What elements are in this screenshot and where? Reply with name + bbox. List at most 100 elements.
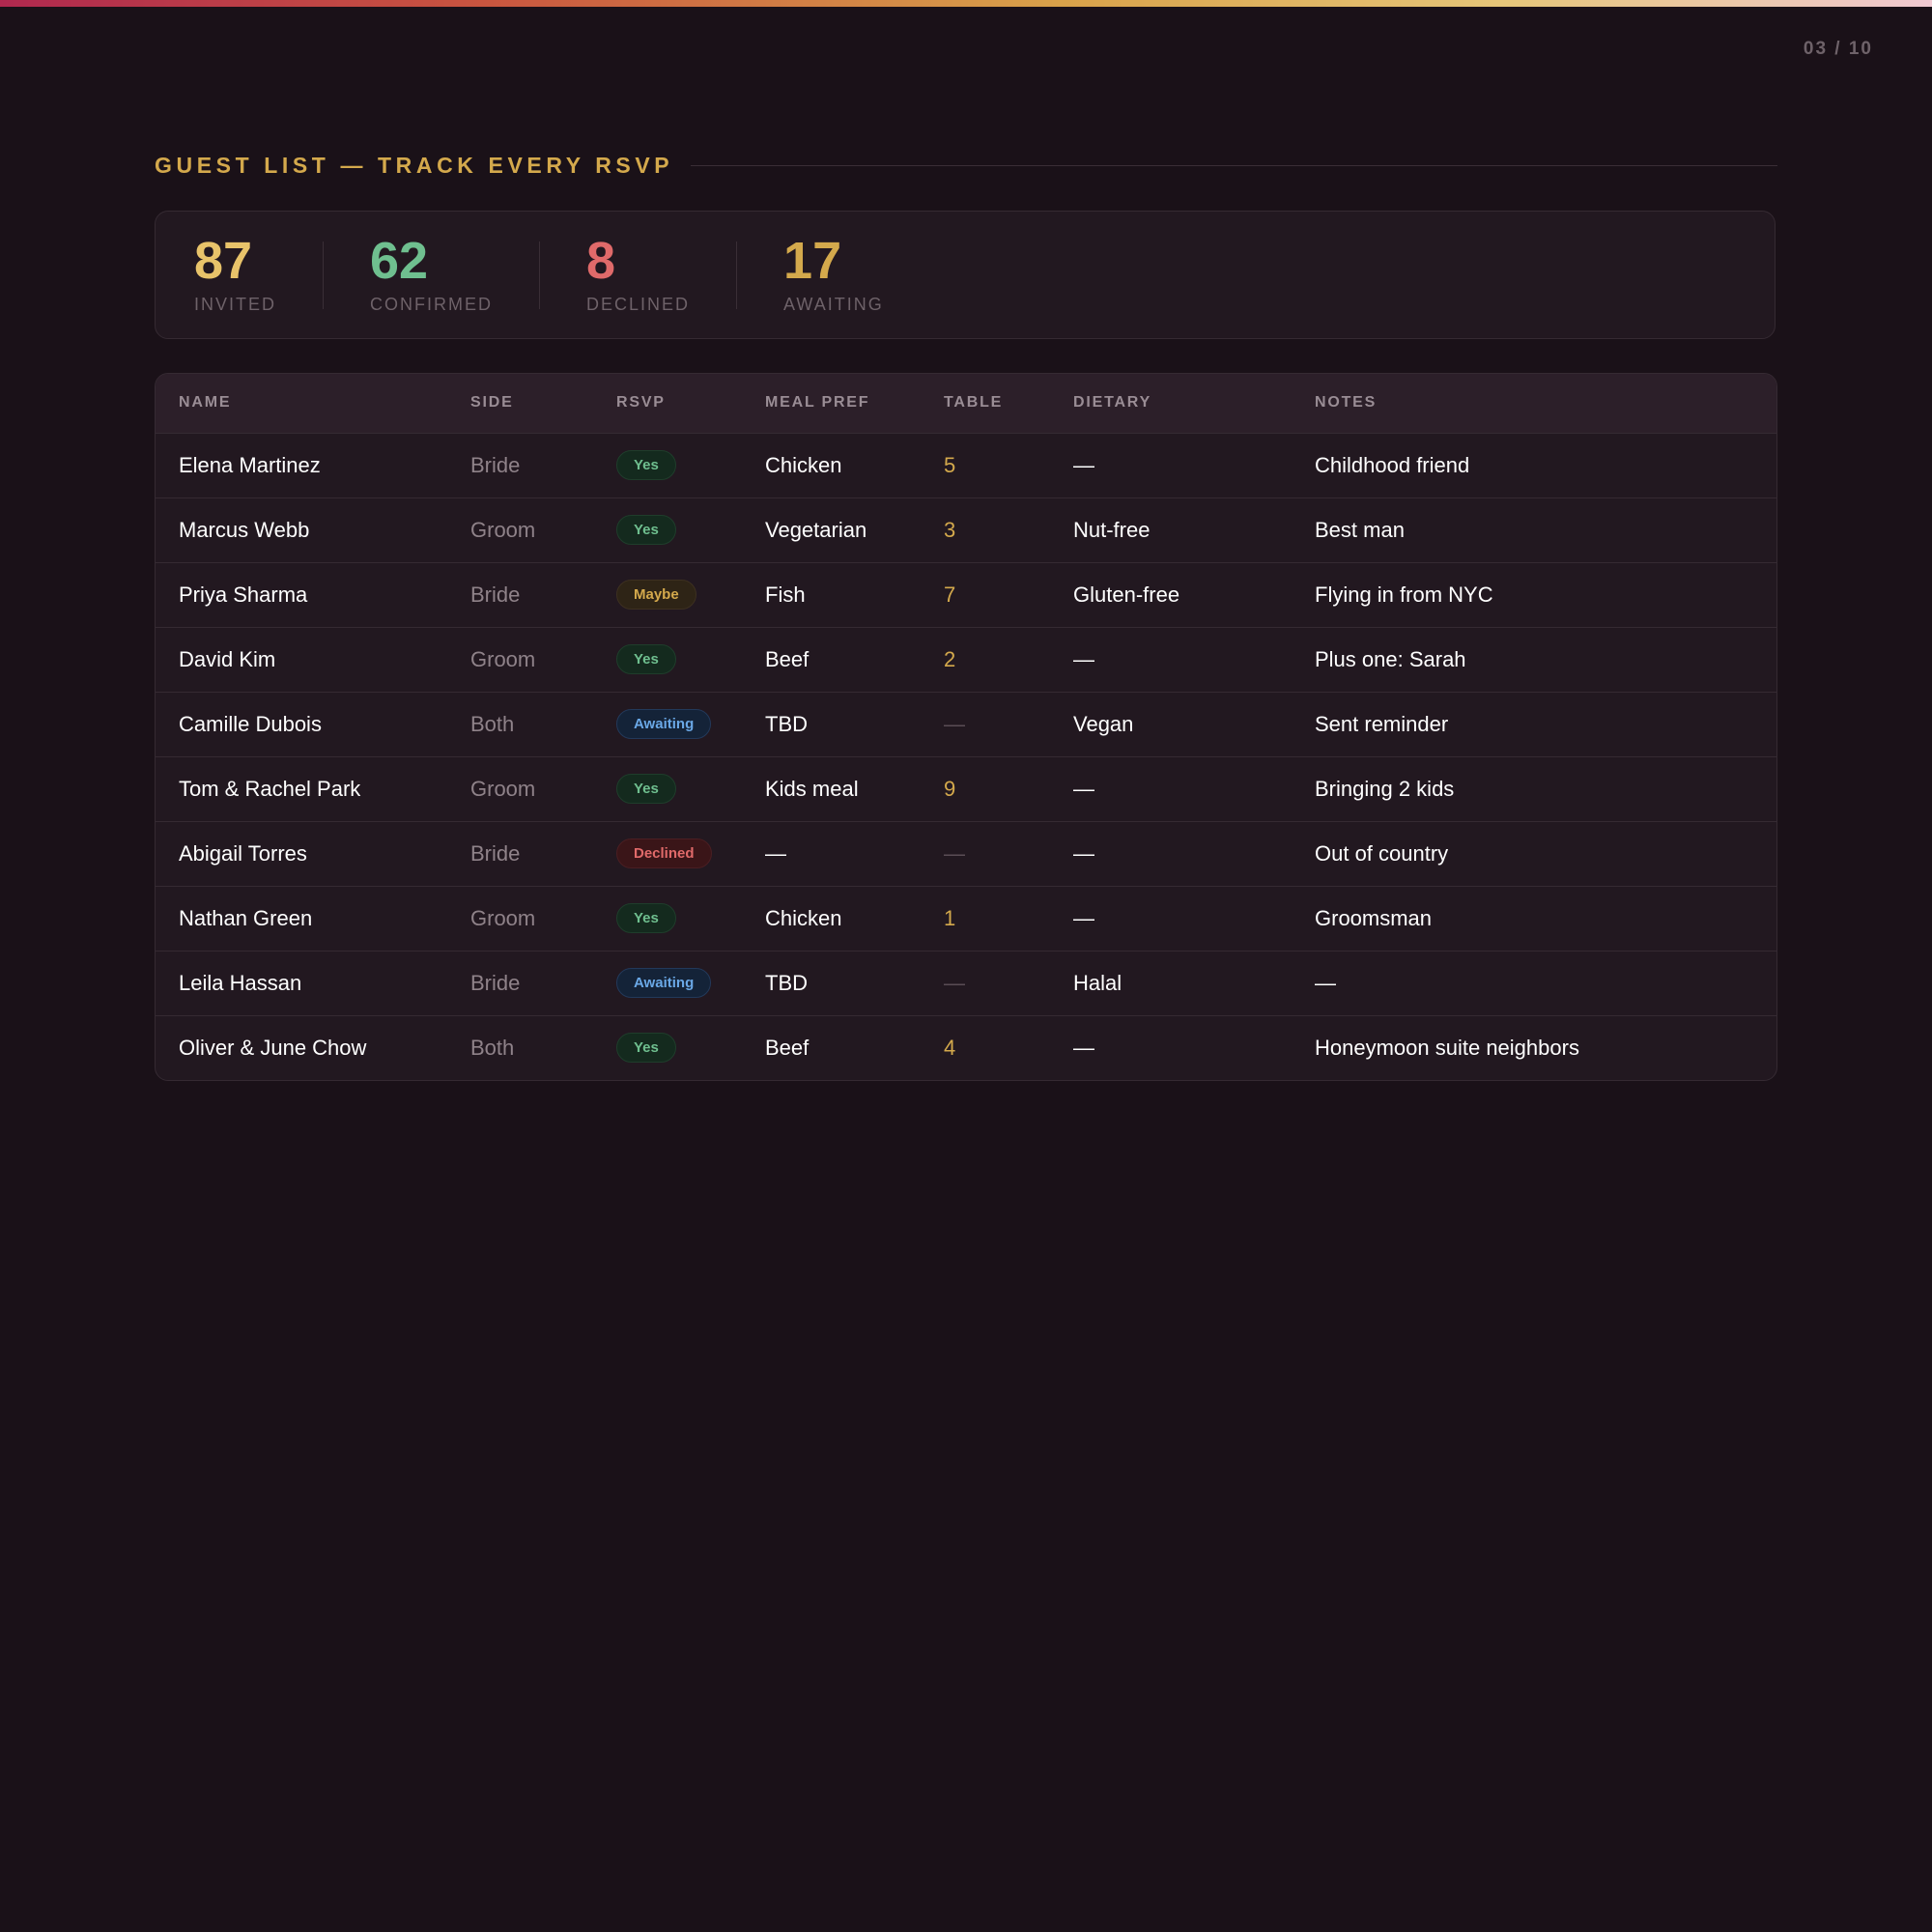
guest-name: Camille Dubois xyxy=(179,711,322,736)
dietary: — xyxy=(1073,452,1094,477)
guest-side: Both xyxy=(470,1035,515,1060)
stat-declined-label: DECLINED xyxy=(586,295,691,314)
table-row[interactable]: Abigail Torres Bride Declined — — — Out … xyxy=(156,821,1776,886)
rsvp-cell: Yes xyxy=(616,756,765,821)
column-header-meal-pref[interactable]: MEAL PREF xyxy=(765,374,944,434)
column-header-side[interactable]: SIDE xyxy=(470,374,616,434)
section-divider xyxy=(691,165,1777,166)
notes: Childhood friend xyxy=(1315,452,1470,477)
meal-pref: Beef xyxy=(765,646,810,671)
dietary: — xyxy=(1073,905,1094,930)
stat-invited-number: 87 xyxy=(194,232,253,290)
rsvp-cell: Yes xyxy=(616,886,765,951)
stat-confirmed: 62 CONFIRMED xyxy=(370,235,493,315)
guest-table: NAME SIDE RSVP MEAL PREF TABLE DIETARY N… xyxy=(156,374,1776,1080)
stat-divider xyxy=(736,241,738,309)
column-header-notes[interactable]: NOTES xyxy=(1315,374,1776,434)
guest-name: Nathan Green xyxy=(179,905,313,930)
dietary: Gluten-free xyxy=(1073,582,1180,607)
table-number: 2 xyxy=(944,646,956,671)
rsvp-cell: Declined xyxy=(616,821,765,886)
stat-declined-number: 8 xyxy=(586,232,616,290)
guest-name: Leila Hassan xyxy=(179,970,302,995)
stat-divider xyxy=(539,241,541,309)
table-row[interactable]: Oliver & June Chow Both Yes Beef 4 — Hon… xyxy=(156,1015,1776,1080)
stat-confirmed-label: CONFIRMED xyxy=(370,295,494,314)
table-number: 4 xyxy=(944,1035,956,1060)
dietary: — xyxy=(1073,1035,1094,1060)
table-number: 5 xyxy=(944,452,956,477)
guest-name: Tom & Rachel Park xyxy=(179,776,361,801)
table-row[interactable]: Nathan Green Groom Yes Chicken 1 — Groom… xyxy=(156,886,1776,951)
stat-invited: 87 INVITED xyxy=(194,235,276,315)
table-row[interactable]: David Kim Groom Yes Beef 2 — Plus one: S… xyxy=(156,627,1776,692)
rsvp-badge: Yes xyxy=(616,1033,676,1064)
stats-summary-card: 87 INVITED 62 CONFIRMED 8 DECLINED 17 AW… xyxy=(155,211,1776,339)
rsvp-badge: Awaiting xyxy=(616,709,712,739)
rsvp-cell: Awaiting xyxy=(616,951,765,1015)
guest-name: Priya Sharma xyxy=(179,582,308,607)
notes: Best man xyxy=(1315,517,1405,542)
meal-pref: Chicken xyxy=(765,452,842,477)
notes: — xyxy=(1315,970,1336,995)
guest-table-card: NAME SIDE RSVP MEAL PREF TABLE DIETARY N… xyxy=(155,373,1777,1081)
rsvp-badge: Awaiting xyxy=(616,968,712,998)
notes: Out of country xyxy=(1315,840,1449,866)
rsvp-badge: Yes xyxy=(616,515,676,545)
dietary: — xyxy=(1073,646,1094,671)
meal-pref: Beef xyxy=(765,1035,810,1060)
table-number: — xyxy=(944,840,965,866)
notes: Bringing 2 kids xyxy=(1315,776,1455,801)
dietary: — xyxy=(1073,840,1094,866)
rsvp-badge: Yes xyxy=(616,450,676,480)
table-header-row: NAME SIDE RSVP MEAL PREF TABLE DIETARY N… xyxy=(156,374,1776,434)
meal-pref: Vegetarian xyxy=(765,517,867,542)
guest-side: Both xyxy=(470,711,515,736)
guest-name: Elena Martinez xyxy=(179,452,321,477)
column-header-name[interactable]: NAME xyxy=(156,374,470,434)
column-header-rsvp[interactable]: RSVP xyxy=(616,374,765,434)
column-header-table[interactable]: TABLE xyxy=(944,374,1073,434)
rsvp-badge: Yes xyxy=(616,644,676,674)
notes: Groomsman xyxy=(1315,905,1433,930)
guest-side: Bride xyxy=(470,582,521,607)
stat-awaiting-label: AWAITING xyxy=(783,295,884,314)
stat-divider xyxy=(323,241,325,309)
table-row[interactable]: Priya Sharma Bride Maybe Fish 7 Gluten-f… xyxy=(156,562,1776,627)
dietary: — xyxy=(1073,776,1094,801)
guest-side: Bride xyxy=(470,970,521,995)
meal-pref: TBD xyxy=(765,711,808,736)
dietary: Vegan xyxy=(1073,711,1134,736)
table-number: 7 xyxy=(944,582,956,607)
notes: Honeymoon suite neighbors xyxy=(1315,1035,1579,1060)
rsvp-cell: Yes xyxy=(616,627,765,692)
rsvp-cell: Maybe xyxy=(616,562,765,627)
table-row[interactable]: Elena Martinez Bride Yes Chicken 5 — Chi… xyxy=(156,433,1776,497)
column-header-dietary[interactable]: DIETARY xyxy=(1073,374,1315,434)
table-number: 1 xyxy=(944,905,956,930)
stat-awaiting-number: 17 xyxy=(783,232,842,290)
table-row[interactable]: Marcus Webb Groom Yes Vegetarian 3 Nut-f… xyxy=(156,497,1776,562)
table-row[interactable]: Camille Dubois Both Awaiting TBD — Vegan… xyxy=(156,692,1776,756)
stat-awaiting: 17 AWAITING xyxy=(783,235,884,315)
table-number: 3 xyxy=(944,517,956,542)
rsvp-cell: Awaiting xyxy=(616,692,765,756)
meal-pref: TBD xyxy=(765,970,808,995)
table-number: 9 xyxy=(944,776,956,801)
guest-name: David Kim xyxy=(179,646,276,671)
meal-pref: Chicken xyxy=(765,905,842,930)
section-header: GUEST LIST — TRACK EVERY RSVP xyxy=(155,153,1777,179)
table-row[interactable]: Tom & Rachel Park Groom Yes Kids meal 9 … xyxy=(156,756,1776,821)
notes: Sent reminder xyxy=(1315,711,1449,736)
rsvp-badge: Yes xyxy=(616,774,676,804)
rsvp-badge: Maybe xyxy=(616,580,696,610)
meal-pref: Kids meal xyxy=(765,776,859,801)
rsvp-cell: Yes xyxy=(616,433,765,497)
table-number: — xyxy=(944,711,965,736)
meal-pref: — xyxy=(765,840,786,866)
stat-invited-label: INVITED xyxy=(194,295,277,314)
table-row[interactable]: Leila Hassan Bride Awaiting TBD — Halal … xyxy=(156,951,1776,1015)
dietary: Halal xyxy=(1073,970,1122,995)
rsvp-cell: Yes xyxy=(616,1015,765,1080)
guest-side: Groom xyxy=(470,517,536,542)
